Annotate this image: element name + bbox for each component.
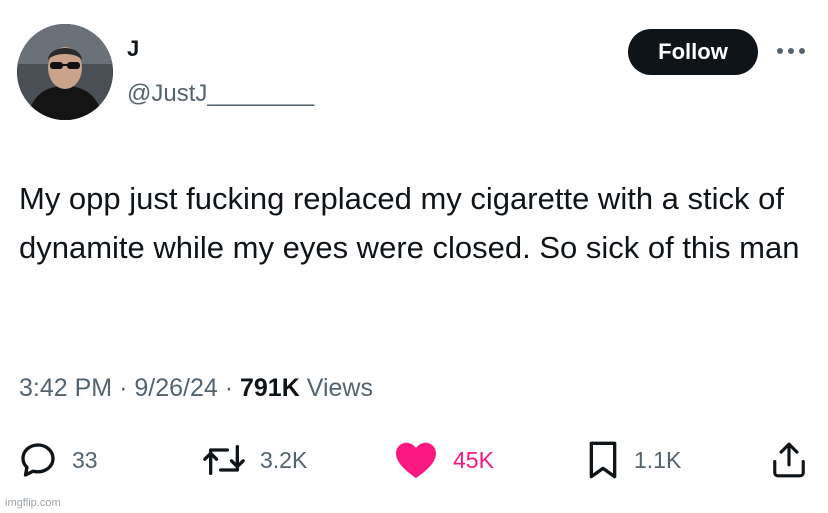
reply-icon [21,443,55,477]
user-handle[interactable]: @JustJ________ [127,80,314,108]
repost-icon [203,445,245,475]
tweet-text: My opp just fucking replaced my cigarett… [19,181,800,265]
bookmark-icon [589,441,617,479]
views-count: 791K [240,374,300,402]
display-name[interactable]: J [127,36,139,62]
repost-button[interactable]: 3.2K [202,438,307,482]
watermark: imgflip.com [5,497,61,509]
meta-separator: · [224,374,234,402]
like-button[interactable]: 45K [393,438,494,482]
follow-button[interactable]: Follow [628,29,758,75]
avatar-photo [17,24,113,120]
tweet-date[interactable]: 9/26/24 [134,374,217,402]
tweet-time[interactable]: 3:42 PM [19,374,112,402]
heart-icon [396,442,436,479]
share-icon [773,442,805,478]
bookmark-count: 1.1K [634,446,682,473]
tweet-meta: 3:42 PM · 9/26/24 · 791K Views [19,372,373,404]
views-label: Views [306,374,373,402]
bookmark-button[interactable]: 1.1K [586,438,681,482]
reply-count: 33 [72,446,98,473]
reply-button[interactable]: 33 [18,438,98,482]
like-count: 45K [453,446,494,473]
meta-separator: · [119,374,128,402]
avatar[interactable] [17,24,113,120]
more-options-icon[interactable] [776,36,806,66]
action-bar: 33 3.2K 45K 1.1K [0,438,828,482]
repost-count: 3.2K [260,446,308,473]
share-button[interactable] [770,438,808,482]
